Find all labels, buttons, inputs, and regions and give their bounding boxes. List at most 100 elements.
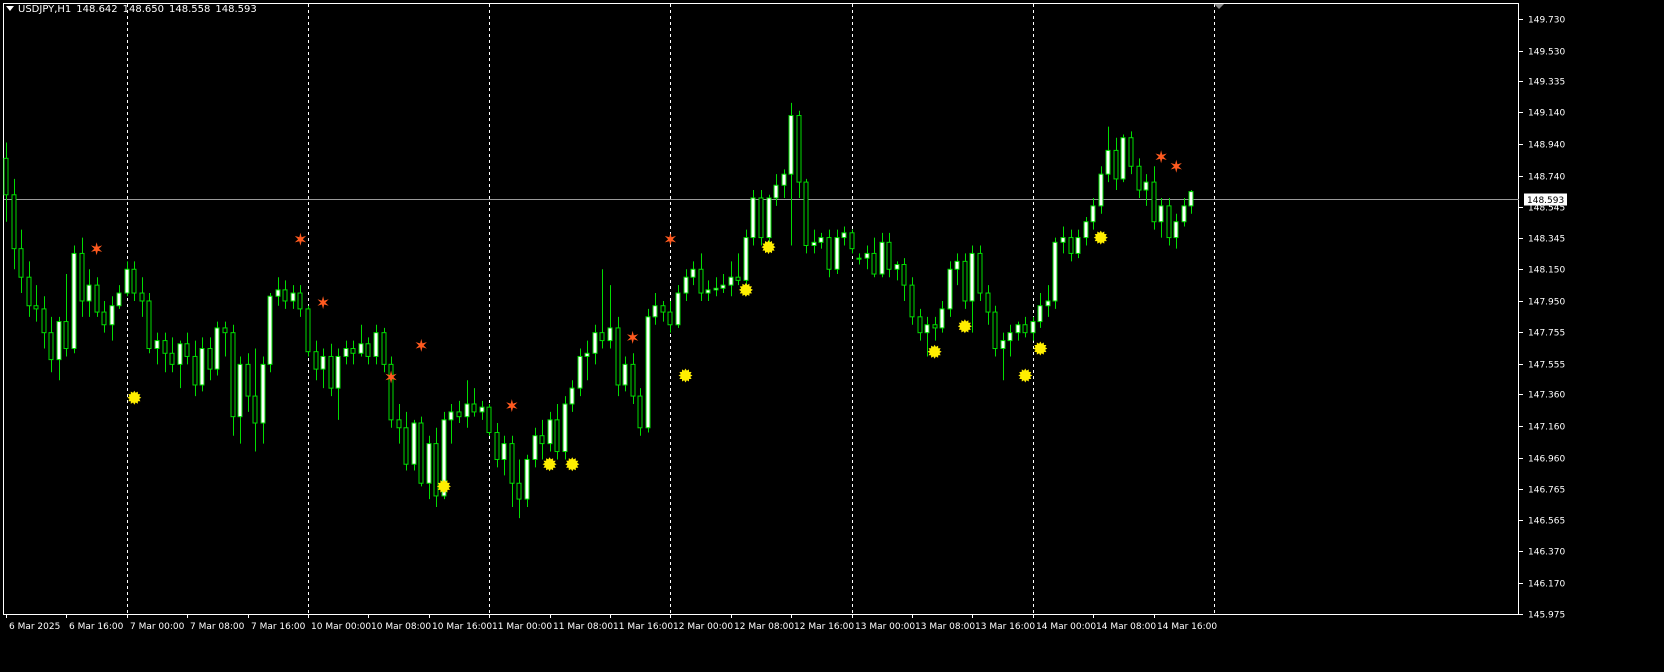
candle-bull[interactable]: [116, 292, 122, 307]
candle-bull[interactable]: [1000, 340, 1006, 350]
candle-bull[interactable]: [479, 406, 485, 413]
candle-bear[interactable]: [962, 260, 968, 302]
candle-bull[interactable]: [358, 343, 364, 354]
candle-bear[interactable]: [131, 268, 137, 294]
candle-bear[interactable]: [615, 327, 621, 386]
candle-bear[interactable]: [146, 300, 152, 350]
candle-bull[interactable]: [954, 260, 960, 270]
candle-bull[interactable]: [773, 184, 779, 199]
candle-bear[interactable]: [169, 352, 175, 365]
candle-bear[interactable]: [33, 305, 39, 310]
candle-bull[interactable]: [1060, 237, 1066, 243]
candle-bull[interactable]: [335, 355, 341, 389]
candle-bear[interactable]: [297, 292, 303, 310]
candle-bear[interactable]: [977, 252, 983, 294]
candle-bull[interactable]: [214, 327, 220, 370]
candle-bear[interactable]: [1136, 165, 1142, 191]
candle-bull[interactable]: [109, 305, 115, 326]
candle-bear[interactable]: [886, 241, 892, 270]
candle-bear[interactable]: [63, 321, 69, 350]
candle-bear[interactable]: [403, 427, 409, 465]
candle-bull[interactable]: [154, 340, 160, 350]
candle-bear[interactable]: [667, 311, 673, 326]
candle-bear[interactable]: [1113, 149, 1119, 180]
candle-bear[interactable]: [418, 422, 424, 484]
candle-bull[interactable]: [343, 348, 349, 357]
candle-bear[interactable]: [871, 252, 877, 275]
candle-bear[interactable]: [305, 308, 311, 353]
candle-bear[interactable]: [630, 363, 636, 397]
chart-shift-marker-icon[interactable]: [1214, 4, 1224, 9]
candle-bull[interactable]: [750, 197, 756, 239]
candle-bull[interactable]: [947, 268, 953, 310]
candle-bull[interactable]: [1158, 205, 1164, 223]
candle-bull[interactable]: [177, 343, 183, 365]
candle-bull[interactable]: [1030, 321, 1036, 334]
candle-bear[interactable]: [803, 181, 809, 246]
candle-bull[interactable]: [577, 355, 583, 389]
candle-bull[interactable]: [275, 289, 281, 297]
candle-bear[interactable]: [139, 292, 145, 302]
candle-bull[interactable]: [720, 284, 726, 289]
candle-bear[interactable]: [184, 343, 190, 357]
candle-bull[interactable]: [1083, 221, 1089, 239]
candle-bull[interactable]: [260, 363, 266, 424]
candle-bear[interactable]: [252, 395, 258, 424]
candle-bear[interactable]: [433, 443, 439, 497]
candle-bear[interactable]: [162, 340, 168, 354]
candle-bear[interactable]: [11, 194, 17, 250]
candle-bull[interactable]: [267, 295, 273, 365]
candle-bear[interactable]: [494, 432, 500, 460]
candle-bear[interactable]: [901, 264, 907, 286]
candle-bull[interactable]: [320, 355, 326, 370]
candle-bear[interactable]: [735, 276, 741, 281]
candle-bull[interactable]: [1037, 305, 1043, 323]
candle-bull[interactable]: [645, 316, 651, 429]
candle-bear[interactable]: [985, 292, 991, 313]
candle-bear[interactable]: [192, 355, 198, 386]
candle-bear[interactable]: [1068, 237, 1074, 254]
candle-bull[interactable]: [1173, 221, 1179, 239]
candle-bull[interactable]: [743, 237, 749, 281]
candle-bear[interactable]: [230, 332, 236, 418]
candle-bear[interactable]: [599, 332, 605, 342]
candle-bear[interactable]: [1128, 137, 1134, 167]
candle-bear[interactable]: [1151, 181, 1157, 223]
candle-bull[interactable]: [675, 292, 681, 326]
candle-bear[interactable]: [245, 363, 251, 397]
candle-bear[interactable]: [207, 348, 213, 370]
candle-bear[interactable]: [1166, 205, 1172, 239]
candle-bear[interactable]: [456, 411, 462, 418]
candle-bull[interactable]: [894, 264, 900, 270]
candle-bear[interactable]: [849, 232, 855, 250]
candle-bull[interactable]: [969, 252, 975, 302]
candle-bull[interactable]: [524, 458, 530, 500]
candle-bear[interactable]: [94, 284, 100, 313]
candle-bear[interactable]: [758, 197, 764, 239]
candle-bear[interactable]: [365, 343, 371, 357]
candle-bear[interactable]: [48, 332, 54, 361]
candle-bull[interactable]: [1015, 324, 1021, 334]
candle-bear[interactable]: [486, 406, 492, 434]
candle-bear[interactable]: [516, 482, 522, 500]
candle-bull[interactable]: [607, 327, 613, 342]
candle-bear[interactable]: [41, 308, 47, 334]
candle-bull[interactable]: [532, 435, 538, 460]
candle-bear[interactable]: [222, 327, 228, 334]
candle-bull[interactable]: [728, 276, 734, 286]
candle-bull[interactable]: [411, 422, 417, 465]
candle-bear[interactable]: [909, 284, 915, 318]
candle-bull[interactable]: [448, 411, 454, 421]
candle-bull[interactable]: [373, 332, 379, 357]
candle-bear[interactable]: [637, 395, 643, 429]
price-chart[interactable]: 149.730 149.530 149.335 149.140 148.940 148.7…: [0, 0, 1664, 672]
chart-window[interactable]: 149.730 149.530 149.335 149.140 148.940 148.7…: [0, 0, 1664, 672]
candle-bull[interactable]: [547, 419, 553, 445]
candle-bull[interactable]: [713, 287, 719, 291]
candle-bull[interactable]: [86, 284, 92, 302]
candle-bear[interactable]: [328, 355, 334, 389]
candle-bull[interactable]: [834, 237, 840, 270]
candle-bear[interactable]: [698, 268, 704, 294]
candle-bull[interactable]: [1188, 191, 1194, 207]
candle-bear[interactable]: [539, 435, 545, 445]
